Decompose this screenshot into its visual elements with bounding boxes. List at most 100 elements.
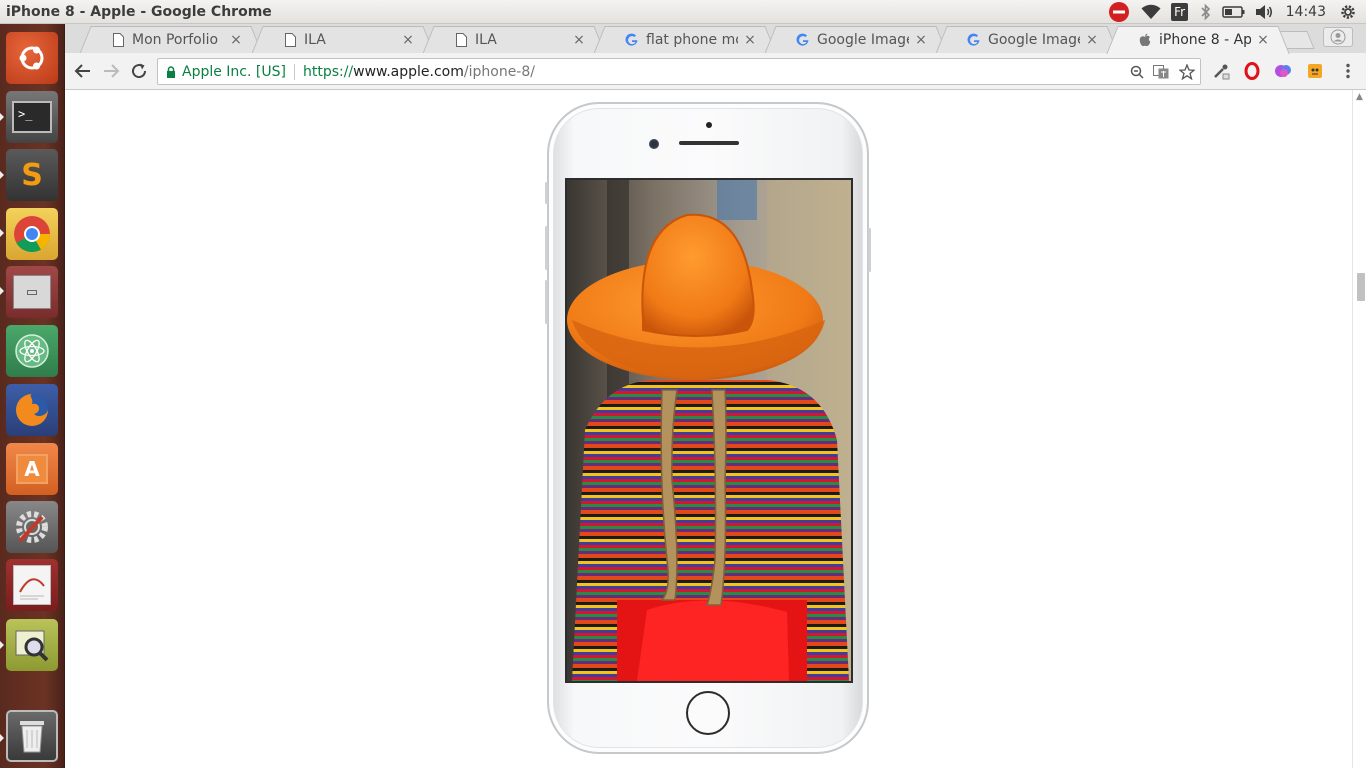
tab-close-button[interactable]: × [228, 32, 244, 48]
ubuntu-logo-icon[interactable] [6, 32, 58, 84]
atom-icon[interactable] [6, 325, 58, 377]
tab-google-image-2[interactable]: Google Image Re × [947, 26, 1107, 53]
running-indicator [0, 734, 4, 742]
system-tray: Fr 14:43 [1102, 0, 1366, 24]
omnibox-divider [293, 63, 295, 80]
trash-icon[interactable] [6, 710, 58, 762]
menu-icon[interactable] [1338, 61, 1358, 81]
settings-tools-icon[interactable] [6, 501, 58, 553]
mute-switch [545, 182, 548, 204]
page-icon [110, 32, 126, 48]
tab-close-button[interactable]: × [1084, 32, 1100, 48]
chrome-icon[interactable] [6, 208, 58, 260]
iphone-8-product-image [545, 102, 871, 754]
back-button[interactable] [70, 59, 96, 83]
magnifier-icon[interactable] [6, 619, 58, 671]
extension-icon[interactable] [1305, 61, 1325, 81]
proximity-sensor [706, 122, 712, 128]
woman-with-orange-hat-photo [567, 180, 851, 681]
battery-icon[interactable] [1218, 0, 1250, 24]
tab-flat-phone-mock[interactable]: flat phone mock × [605, 26, 765, 53]
tab-close-button[interactable]: × [1255, 32, 1271, 48]
running-indicator [0, 171, 4, 179]
url-scheme: https:// [302, 63, 354, 80]
file-cabinet-icon[interactable] [6, 266, 58, 318]
side-button [868, 228, 871, 272]
no-entry-icon[interactable] [1102, 0, 1136, 24]
google-icon [966, 32, 982, 48]
tab-close-button[interactable]: × [400, 32, 416, 48]
tab-google-image-1[interactable]: Google Image Re × [776, 26, 936, 53]
address-bar[interactable]: Apple Inc. [US] https://www.apple.com/ip… [157, 58, 1201, 85]
star-icon[interactable] [1178, 63, 1196, 81]
volume-icon[interactable] [1250, 0, 1278, 24]
pdf-reader-icon[interactable] [6, 559, 58, 611]
eyedropper-icon[interactable] [1211, 61, 1231, 81]
home-button [686, 691, 730, 735]
url-path: /iphone-8/ [463, 63, 535, 80]
tab-title: flat phone mock [646, 32, 738, 48]
keyboard-layout-icon[interactable]: Fr [1166, 0, 1194, 24]
profile-button[interactable] [1323, 27, 1353, 47]
page-scrollbar[interactable]: ▲ [1352, 90, 1366, 768]
software-glyph: A [16, 454, 48, 484]
running-indicator [0, 641, 4, 649]
earpiece-speaker [679, 141, 739, 145]
zoom-icon[interactable] [1128, 63, 1146, 81]
front-camera [649, 139, 659, 149]
google-icon [795, 32, 811, 48]
clock[interactable]: 14:43 [1278, 0, 1336, 24]
terminal-icon[interactable]: >_ [6, 91, 58, 143]
bluetooth-icon[interactable] [1194, 0, 1218, 24]
tab-close-button[interactable]: × [742, 32, 758, 48]
tab-ila[interactable]: ILA × [263, 26, 423, 53]
tab-ila-2[interactable]: ILA × [434, 26, 594, 53]
system-top-panel: iPhone 8 - Apple - Google Chrome Fr 14:4… [0, 0, 1366, 24]
gear-icon[interactable] [1336, 0, 1360, 24]
wifi-icon[interactable] [1136, 0, 1166, 24]
phone-screen [565, 178, 853, 683]
page-icon [453, 32, 469, 48]
scrollbar-thumb[interactable] [1357, 273, 1365, 301]
tab-title: Google Image Re [988, 32, 1080, 48]
page-icon [282, 32, 298, 48]
apple-icon [1137, 32, 1153, 48]
lock-icon [167, 65, 175, 78]
tab-strip: Mon Porfolio × ILA × ILA × flat phone mo… [65, 24, 1366, 53]
url-host: www.apple.com [353, 63, 464, 80]
translate-icon[interactable] [1152, 63, 1170, 81]
sublime-glyph: S [21, 157, 43, 193]
running-indicator [0, 229, 4, 237]
page-viewport[interactable] [65, 90, 1352, 768]
scroll-up-arrow-icon[interactable]: ▲ [1356, 92, 1363, 102]
browser-toolbar: Apple Inc. [US] https://www.apple.com/ip… [65, 53, 1366, 90]
google-icon [624, 32, 640, 48]
arrow-right-icon [104, 64, 120, 78]
reload-icon [132, 63, 147, 79]
opera-icon[interactable] [1242, 61, 1262, 81]
arrow-left-icon [74, 64, 90, 78]
terminal-glyph: >_ [12, 101, 52, 133]
volume-down-button [545, 280, 548, 324]
tab-close-button[interactable]: × [913, 32, 929, 48]
forward-button[interactable] [98, 59, 124, 83]
puzzle-icon[interactable] [1273, 61, 1293, 81]
tab-title: ILA [475, 32, 497, 48]
tab-title: Mon Porfolio [132, 32, 219, 48]
window-title: iPhone 8 - Apple - Google Chrome [6, 3, 272, 20]
reload-button[interactable] [126, 59, 152, 83]
running-indicator [0, 287, 4, 295]
user-icon [1330, 29, 1346, 45]
firefox-icon[interactable] [6, 384, 58, 436]
tab-title: iPhone 8 - Apple [1159, 32, 1251, 48]
sublime-text-icon[interactable]: S [6, 149, 58, 201]
volume-up-button [545, 226, 548, 270]
keyboard-layout-label: Fr [1171, 2, 1189, 21]
running-indicator [0, 113, 4, 121]
secure-origin-label[interactable]: Apple Inc. [US] [182, 64, 286, 80]
tab-iphone-8-apple[interactable]: iPhone 8 - Apple × [1118, 26, 1278, 53]
shopping-bag-icon[interactable]: A [6, 443, 58, 495]
app-launcher: >_ S A [0, 24, 65, 768]
tab-close-button[interactable]: × [571, 32, 587, 48]
tab-mon-porfolio[interactable]: Mon Porfolio × [91, 26, 251, 53]
